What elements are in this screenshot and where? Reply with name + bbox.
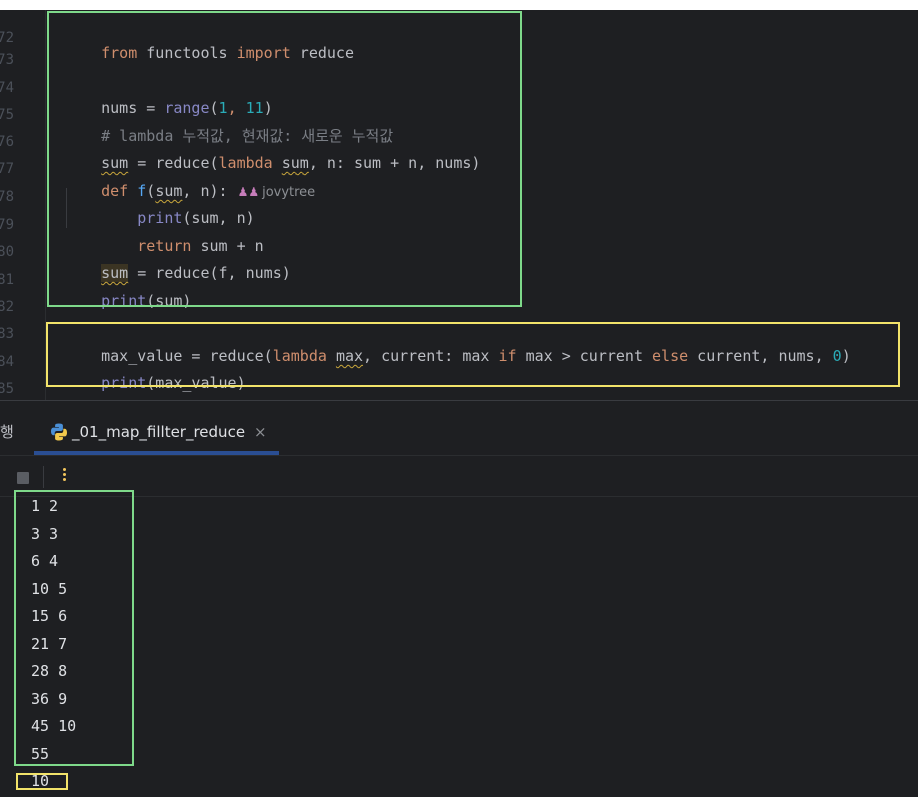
- line-number: 75: [0, 107, 14, 123]
- run-toolbar: [0, 455, 918, 497]
- line-number: 85: [0, 381, 14, 397]
- line-number: 81: [0, 272, 14, 288]
- console-output[interactable]: [0, 497, 918, 797]
- run-tool-window-header: 행 _01_map_fillter_reduce ×: [0, 401, 918, 455]
- annotation-box-green: [47, 11, 522, 307]
- more-vertical-icon[interactable]: [58, 466, 70, 488]
- top-strip: [0, 0, 918, 10]
- python-file-icon: [51, 423, 67, 441]
- line-number: 76: [0, 134, 14, 150]
- line-number: 77: [0, 161, 14, 177]
- toolbar-separator: [43, 466, 44, 488]
- line-number: 82: [0, 299, 14, 315]
- output-annotation-box-yellow: [16, 773, 68, 790]
- run-tab-label: _01_map_fillter_reduce: [72, 423, 246, 441]
- line-number: 73: [0, 52, 14, 68]
- output-annotation-box-green: [14, 490, 134, 766]
- code-editor[interactable]: 72 73 74 75 76 77 78 79 80 81 82 83 84 8…: [0, 10, 918, 400]
- line-number-gutter: 72 73 74 75 76 77 78 79 80 81 82 83 84 8…: [0, 10, 44, 400]
- line-number: 78: [0, 189, 14, 205]
- close-icon[interactable]: ×: [254, 423, 267, 441]
- run-tool-window-title: 행: [0, 423, 14, 441]
- line-number: 72: [0, 30, 14, 46]
- line-number: 84: [0, 354, 14, 370]
- line-number: 80: [0, 244, 14, 260]
- annotation-box-yellow: [46, 322, 900, 387]
- run-tab[interactable]: _01_map_fillter_reduce ×: [34, 411, 279, 455]
- line-number: 74: [0, 80, 14, 96]
- line-number: 79: [0, 217, 14, 233]
- line-number: 83: [0, 326, 14, 342]
- stop-icon[interactable]: [17, 472, 29, 484]
